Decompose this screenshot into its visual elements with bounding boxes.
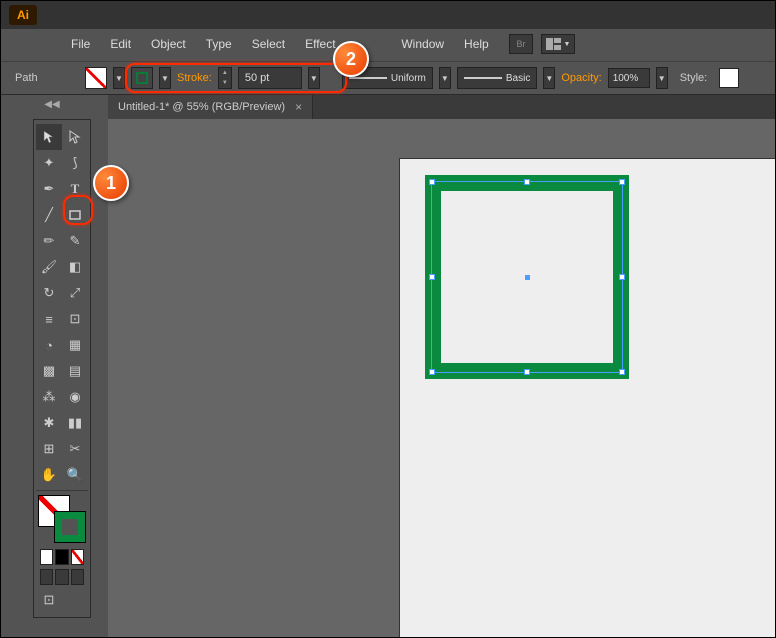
document-tab-title: Untitled-1* @ 55% (RGB/Preview): [118, 101, 285, 113]
lasso-tool[interactable]: ⟆: [62, 150, 88, 176]
tools-panel: ✦ ⟆ ✒ T ╱ ✏ ✎ 🖌 ◧ ↻ ⤢ ≡ ⊡ ◔ ▦: [33, 119, 91, 618]
menu-file[interactable]: File: [61, 33, 100, 55]
magic-wand-tool[interactable]: ✦: [36, 150, 62, 176]
screen-mode-button[interactable]: ⊡: [36, 587, 62, 613]
slice-tool[interactable]: ✂: [62, 436, 88, 462]
resize-handle[interactable]: [619, 369, 625, 375]
width-tool[interactable]: ≡: [36, 306, 62, 332]
gradient-tool[interactable]: ▤: [62, 358, 88, 384]
draw-inside-button[interactable]: [71, 569, 84, 585]
opacity-dropdown[interactable]: ▼: [656, 67, 668, 89]
annotation-badge-2: 2: [333, 41, 369, 77]
brush-dropdown[interactable]: ▼: [543, 67, 555, 89]
annotation-badge-1: 1: [93, 165, 129, 201]
arrange-docs-icon[interactable]: ▼: [541, 34, 575, 54]
panel-expand-caret[interactable]: ◀◀: [7, 99, 97, 110]
style-swatch[interactable]: [719, 68, 739, 88]
center-point-icon: [525, 275, 530, 280]
menu-help[interactable]: Help: [454, 33, 499, 55]
app-window: Ai File Edit Object Type Select Effect V…: [0, 0, 776, 638]
menu-type[interactable]: Type: [196, 33, 242, 55]
document-tab-bar: Untitled-1* @ 55% (RGB/Preview) ×: [108, 95, 775, 119]
stroke-width-stepper[interactable]: ▲▼: [218, 67, 232, 89]
column-graph-tool[interactable]: ▮▮: [62, 410, 88, 436]
draw-behind-button[interactable]: [55, 569, 68, 585]
eraser-tool[interactable]: ◧: [62, 254, 88, 280]
resize-handle[interactable]: [524, 179, 530, 185]
resize-handle[interactable]: [619, 179, 625, 185]
hand-tool[interactable]: ✋: [36, 462, 62, 488]
fill-stroke-indicator[interactable]: [38, 495, 86, 543]
symbol-sprayer-tool[interactable]: ✱: [36, 410, 62, 436]
direct-selection-tool[interactable]: [62, 124, 88, 150]
shape-builder-tool[interactable]: ◔: [36, 332, 62, 358]
paintbrush-tool[interactable]: ✏: [36, 228, 62, 254]
rectangle-tool[interactable]: [62, 202, 88, 228]
line-segment-tool[interactable]: ╱: [36, 202, 62, 228]
menu-select[interactable]: Select: [242, 33, 295, 55]
style-label: Style:: [674, 72, 714, 84]
close-icon[interactable]: ×: [295, 100, 302, 114]
resize-handle[interactable]: [429, 369, 435, 375]
free-transform-tool[interactable]: ⊡: [62, 306, 88, 332]
type-tool[interactable]: T: [62, 176, 88, 202]
menu-window[interactable]: Window: [391, 33, 454, 55]
stroke-panel-link[interactable]: Stroke:: [177, 72, 212, 84]
document-tab[interactable]: Untitled-1* @ 55% (RGB/Preview) ×: [108, 95, 313, 119]
none-mode-button[interactable]: [71, 549, 84, 565]
scale-tool[interactable]: ⤢: [62, 280, 88, 306]
brush-definition[interactable]: Basic: [457, 67, 537, 89]
pencil-tool[interactable]: ✎: [62, 228, 88, 254]
stroke-dropdown[interactable]: ▼: [159, 67, 171, 89]
stroke-indicator[interactable]: [54, 511, 86, 543]
selection-bounding-box[interactable]: [431, 181, 623, 373]
draw-normal-button[interactable]: [40, 569, 53, 585]
eyedropper-tool[interactable]: ⁂: [36, 384, 62, 410]
resize-handle[interactable]: [429, 179, 435, 185]
blend-tool[interactable]: ◉: [62, 384, 88, 410]
menu-object[interactable]: Object: [141, 33, 196, 55]
titlebar: Ai: [1, 1, 775, 29]
selection-type-label: Path: [9, 72, 79, 84]
bridge-icon[interactable]: Br: [509, 34, 533, 54]
opacity-label[interactable]: Opacity:: [561, 72, 601, 84]
blob-brush-tool[interactable]: 🖌: [36, 254, 62, 280]
stroke-color-swatch[interactable]: [131, 67, 153, 89]
stroke-width-dropdown[interactable]: ▼: [308, 67, 320, 89]
stroke-width-input[interactable]: 50 pt: [238, 67, 302, 89]
selection-tool[interactable]: [36, 124, 62, 150]
artboard-tool[interactable]: ⊞: [36, 436, 62, 462]
opacity-input[interactable]: 100%: [608, 68, 650, 88]
pen-tool[interactable]: ✒: [36, 176, 62, 202]
resize-handle[interactable]: [524, 369, 530, 375]
control-bar: Path ▼ ▼ Stroke: ▲▼ 50 pt ▼ Uniform ▼ Ba…: [1, 61, 775, 95]
gradient-mode-button[interactable]: [55, 549, 68, 565]
rotate-tool[interactable]: ↻: [36, 280, 62, 306]
profile-dropdown[interactable]: ▼: [439, 67, 451, 89]
menu-edit[interactable]: Edit: [100, 33, 141, 55]
fill-color-swatch[interactable]: [85, 67, 107, 89]
menubar: File Edit Object Type Select Effect View…: [1, 31, 775, 57]
resize-handle[interactable]: [619, 274, 625, 280]
zoom-tool[interactable]: 🔍: [62, 462, 88, 488]
resize-handle[interactable]: [429, 274, 435, 280]
perspective-grid-tool[interactable]: ▦: [62, 332, 88, 358]
fill-dropdown[interactable]: ▼: [113, 67, 125, 89]
color-mode-button[interactable]: [40, 549, 53, 565]
app-logo: Ai: [9, 5, 37, 25]
mesh-tool[interactable]: ▩: [36, 358, 62, 384]
